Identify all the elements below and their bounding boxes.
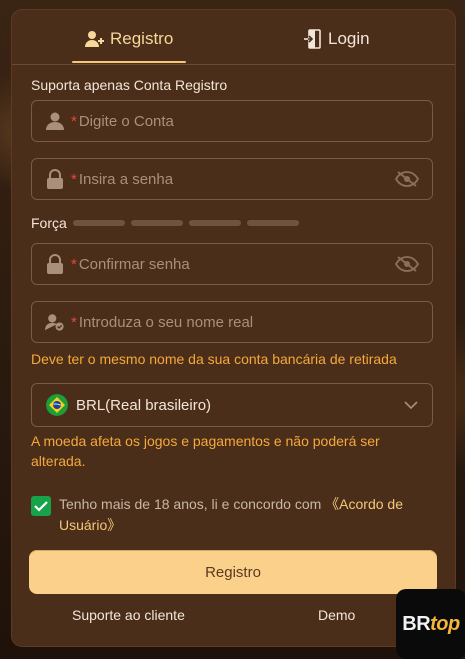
strength-label: Força	[31, 215, 67, 231]
logo-text-top: top	[430, 612, 460, 635]
agreement-text: Tenho mais de 18 anos, li e concordo com…	[59, 494, 431, 536]
tab-login[interactable]: Login	[304, 24, 370, 54]
account-input[interactable]	[78, 112, 432, 130]
password-input[interactable]	[78, 170, 394, 188]
required-mark: *	[71, 170, 77, 188]
check-icon	[34, 501, 48, 512]
password-strength: Força	[31, 215, 305, 231]
supported-account-label: Suporta apenas Conta Registro	[31, 77, 228, 93]
tab-login-label: Login	[328, 29, 370, 48]
tab-bar: Registro Login	[12, 10, 455, 65]
currency-hint: A moeda afeta os jogos e pagamentos e nã…	[31, 433, 380, 469]
required-mark: *	[71, 255, 77, 273]
confirm-password-field: *	[31, 243, 433, 285]
verified-user-icon	[45, 312, 65, 332]
login-door-icon	[304, 29, 322, 49]
strength-bar	[246, 220, 299, 226]
real-name-field: *	[31, 301, 433, 343]
account-field: *	[31, 100, 433, 142]
brtop-logo[interactable]: BRtop	[396, 589, 465, 659]
currency-value: BRL(Real brasileiro)	[76, 396, 212, 414]
brazil-flag-icon	[46, 394, 68, 416]
password-field: *	[31, 158, 433, 200]
lock-icon	[45, 254, 65, 274]
register-panel: Registro Login Suporta apenas Conta Regi…	[12, 10, 455, 646]
tab-register-label: Registro	[110, 29, 174, 48]
agree-checkbox[interactable]	[31, 496, 51, 516]
required-mark: *	[71, 313, 77, 331]
logo-text: BRtop	[402, 612, 460, 636]
active-tab-indicator	[72, 61, 186, 63]
customer-support-link[interactable]: Suporte ao cliente	[72, 607, 185, 623]
user-icon	[45, 111, 65, 131]
logo-text-br: BR	[402, 612, 431, 635]
strength-bar	[188, 220, 241, 226]
lock-icon	[45, 169, 65, 189]
chevron-down-icon	[404, 396, 418, 414]
real-name-hint: Deve ter o mesmo nome da sua conta bancá…	[31, 351, 397, 367]
add-user-icon	[84, 29, 104, 49]
strength-bar	[130, 220, 183, 226]
agreement-statement: Tenho mais de 18 anos, li e concordo com	[59, 496, 326, 512]
register-submit-button[interactable]: Registro	[29, 550, 437, 594]
real-name-input[interactable]	[78, 313, 432, 331]
agreement-row: Tenho mais de 18 anos, li e concordo com…	[31, 494, 431, 536]
eye-hidden-icon[interactable]	[394, 256, 420, 272]
required-mark: *	[71, 112, 77, 130]
confirm-password-input[interactable]	[78, 255, 394, 273]
demo-link[interactable]: Demo	[318, 607, 355, 623]
eye-hidden-icon[interactable]	[394, 171, 420, 187]
currency-select[interactable]: BRL(Real brasileiro)	[31, 383, 433, 427]
tab-register[interactable]: Registro	[84, 24, 173, 54]
strength-bar	[72, 220, 125, 226]
